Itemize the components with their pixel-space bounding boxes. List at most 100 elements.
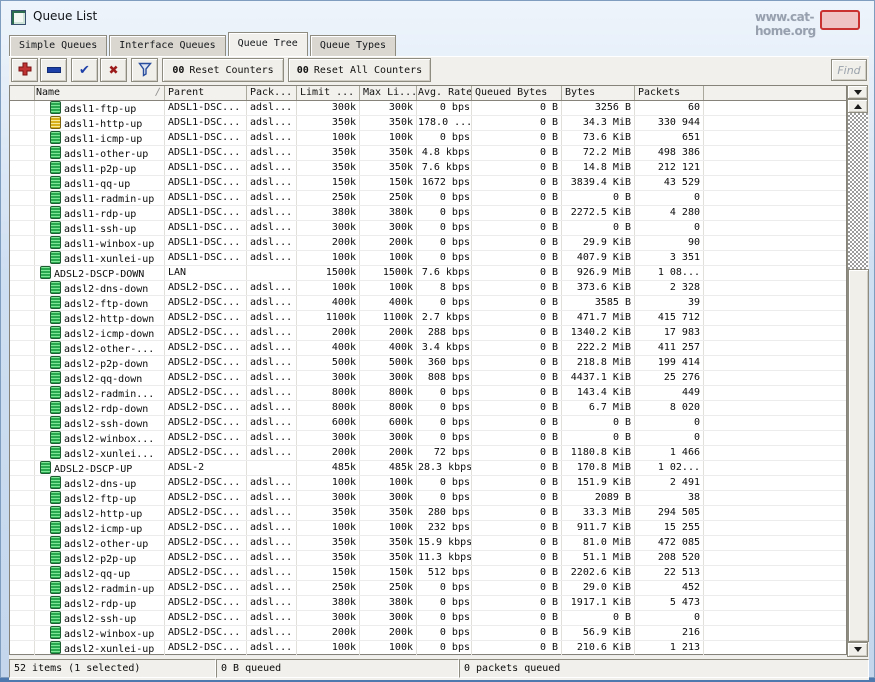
title-bar[interactable]: Queue List www.cat-home.org <box>1 1 874 31</box>
table-cell: ADSL1-DSC... <box>165 206 247 220</box>
table-row[interactable]: adsl2-winbox...ADSL2-DSC...adsl...300k30… <box>10 431 846 446</box>
scroll-up-button[interactable] <box>847 99 868 113</box>
enable-button[interactable]: ✔ <box>71 58 98 82</box>
queue-name-cell: adsl1-ssh-up <box>35 221 165 235</box>
table-row[interactable]: adsl2-other-upADSL2-DSC...adsl...350k350… <box>10 536 846 551</box>
disable-button[interactable]: ✖ <box>100 58 127 82</box>
header-bytes[interactable]: Bytes <box>562 86 635 100</box>
header-limit-at[interactable]: Limit ... <box>297 86 360 100</box>
table-row[interactable]: adsl2-rdp-downADSL2-DSC...adsl...800k800… <box>10 401 846 416</box>
queue-icon <box>50 311 61 324</box>
table-row[interactable]: adsl2-rdp-upADSL2-DSC...adsl...380k380k0… <box>10 596 846 611</box>
find-button[interactable]: Find <box>831 59 867 81</box>
table-row[interactable]: adsl2-xunlei...ADSL2-DSC...adsl...200k20… <box>10 446 846 461</box>
header-packets[interactable]: Packets <box>635 86 704 100</box>
table-cell <box>704 341 846 355</box>
table-row[interactable]: adsl2-dns-upADSL2-DSC...adsl...100k100k0… <box>10 476 846 491</box>
remove-button[interactable] <box>40 58 67 82</box>
table-row[interactable]: adsl1-p2p-upADSL1-DSC...adsl...350k350k7… <box>10 161 846 176</box>
table-row[interactable]: adsl2-ftp-downADSL2-DSC...adsl...400k400… <box>10 296 846 311</box>
queue-icon <box>50 251 61 264</box>
queue-icon <box>50 431 61 444</box>
table-row[interactable]: adsl1-ssh-upADSL1-DSC...adsl...300k300k0… <box>10 221 846 236</box>
header-packet-marks[interactable]: Pack... <box>247 86 297 100</box>
table-cell: 222.2 MiB <box>562 341 635 355</box>
table-row[interactable]: adsl1-icmp-upADSL1-DSC...adsl...100k100k… <box>10 131 846 146</box>
table-cell: 300k <box>360 431 417 445</box>
reset-counters-button[interactable]: 00 Reset Counters <box>162 58 284 82</box>
table-row[interactable]: adsl2-radmin-upADSL2-DSC...adsl...250k25… <box>10 581 846 596</box>
table-cell: 1 213 <box>635 641 704 655</box>
tab-interface-queues[interactable]: Interface Queues <box>109 35 225 56</box>
table-cell: 28.3 kbps <box>417 461 472 475</box>
table-row[interactable]: adsl2-p2p-upADSL2-DSC...adsl...350k350k1… <box>10 551 846 566</box>
table-row[interactable]: adsl1-other-upADSL1-DSC...adsl...350k350… <box>10 146 846 161</box>
table-row[interactable]: adsl2-p2p-downADSL2-DSC...adsl...500k500… <box>10 356 846 371</box>
table-cell: 415 712 <box>635 311 704 325</box>
table-row[interactable]: adsl2-icmp-upADSL2-DSC...adsl...100k100k… <box>10 521 846 536</box>
table-row[interactable]: adsl1-qq-upADSL1-DSC...adsl...150k150k16… <box>10 176 846 191</box>
scrollbar-thumb[interactable] <box>848 269 869 642</box>
table-row[interactable]: adsl1-http-upADSL1-DSC...adsl...350k350k… <box>10 116 846 131</box>
table-row[interactable]: adsl1-radmin-upADSL1-DSC...adsl...250k25… <box>10 191 846 206</box>
add-button[interactable] <box>11 58 38 82</box>
table-row[interactable]: adsl1-xunlei-upADSL1-DSC...adsl...100k10… <box>10 251 846 266</box>
table-cell: 3839.4 KiB <box>562 176 635 190</box>
column-menu-button[interactable] <box>847 85 868 99</box>
table-cell: ADSL1-DSC... <box>165 221 247 235</box>
table-cell: ADSL2-DSC... <box>165 626 247 640</box>
table-cell: 150k <box>297 176 360 190</box>
queue-name-cell: adsl2-dns-down <box>35 281 165 295</box>
table-row[interactable]: adsl1-ftp-upADSL1-DSC...adsl...300k300k0… <box>10 101 846 116</box>
table-cell: 0 B <box>472 176 562 190</box>
table-row[interactable]: adsl2-radmin...ADSL2-DSC...adsl...800k80… <box>10 386 846 401</box>
queue-icon <box>40 266 51 279</box>
table-row[interactable]: adsl2-http-downADSL2-DSC...adsl...1100k1… <box>10 311 846 326</box>
table-row[interactable]: adsl2-ssh-downADSL2-DSC...adsl...600k600… <box>10 416 846 431</box>
table-row[interactable]: adsl2-qq-upADSL2-DSC...adsl...150k150k51… <box>10 566 846 581</box>
queue-icon <box>50 281 61 294</box>
reset-all-counters-button[interactable]: 00 Reset All Counters <box>288 58 431 82</box>
header-max-limit[interactable]: Max Li... <box>360 86 417 100</box>
table-row[interactable]: adsl2-other-...ADSL2-DSC...adsl...400k40… <box>10 341 846 356</box>
table-row[interactable]: adsl1-winbox-upADSL1-DSC...adsl...200k20… <box>10 236 846 251</box>
table-cell: 0 B <box>472 161 562 175</box>
table-row[interactable]: adsl2-icmp-downADSL2-DSC...adsl...200k20… <box>10 326 846 341</box>
tab-simple-queues[interactable]: Simple Queues <box>9 35 107 56</box>
table-row[interactable]: adsl2-http-upADSL2-DSC...adsl...350k350k… <box>10 506 846 521</box>
header-name[interactable]: Name∕ <box>35 86 165 100</box>
table-row[interactable]: adsl1-rdp-upADSL1-DSC...adsl...380k380k0… <box>10 206 846 221</box>
table-cell: 81.0 MiB <box>562 536 635 550</box>
queue-name-label: adsl2-rdp-down <box>64 404 148 415</box>
header-queued-bytes[interactable]: Queued Bytes <box>472 86 562 100</box>
queue-name-cell: adsl1-ftp-up <box>35 101 165 115</box>
table-cell: 0 B <box>472 401 562 415</box>
filter-button[interactable] <box>131 58 158 82</box>
table-cell: ADSL1-DSC... <box>165 116 247 130</box>
table-cell: 0 B <box>472 221 562 235</box>
queue-name-cell: adsl2-winbox-up <box>35 626 165 640</box>
table-cell: 5 473 <box>635 596 704 610</box>
table-cell: 1180.8 KiB <box>562 446 635 460</box>
table-cell <box>704 176 846 190</box>
tab-queue-tree[interactable]: Queue Tree <box>228 32 308 56</box>
header-parent[interactable]: Parent <box>165 86 247 100</box>
table-row[interactable]: adsl2-ftp-upADSL2-DSC...adsl...300k300k0… <box>10 491 846 506</box>
funnel-icon <box>137 61 153 80</box>
table-row[interactable]: ADSL2-DSCP-DOWNLAN1500k1500k7.6 kbps0 B9… <box>10 266 846 281</box>
tab-queue-types[interactable]: Queue Types <box>310 35 396 56</box>
table-cell: adsl... <box>247 401 297 415</box>
table-cell: 0 bps <box>417 386 472 400</box>
scrollbar-track[interactable] <box>847 113 868 642</box>
table-cell: 500k <box>360 356 417 370</box>
table-cell <box>704 446 846 460</box>
scroll-down-button[interactable] <box>847 642 868 657</box>
table-row[interactable]: ADSL2-DSCP-UPADSL-2485k485k28.3 kbps0 B1… <box>10 461 846 476</box>
table-row[interactable]: adsl2-dns-downADSL2-DSC...adsl...100k100… <box>10 281 846 296</box>
table-row[interactable]: adsl2-qq-downADSL2-DSC...adsl...300k300k… <box>10 371 846 386</box>
table-row[interactable]: adsl2-winbox-upADSL2-DSC...adsl...200k20… <box>10 626 846 641</box>
header-avg-rate[interactable]: Avg. Rate <box>417 86 472 100</box>
table-row[interactable]: adsl2-ssh-upADSL2-DSC...adsl...300k300k0… <box>10 611 846 626</box>
table-row[interactable]: adsl2-xunlei-upADSL2-DSC...adsl...100k10… <box>10 641 846 656</box>
table-cell <box>10 101 35 115</box>
